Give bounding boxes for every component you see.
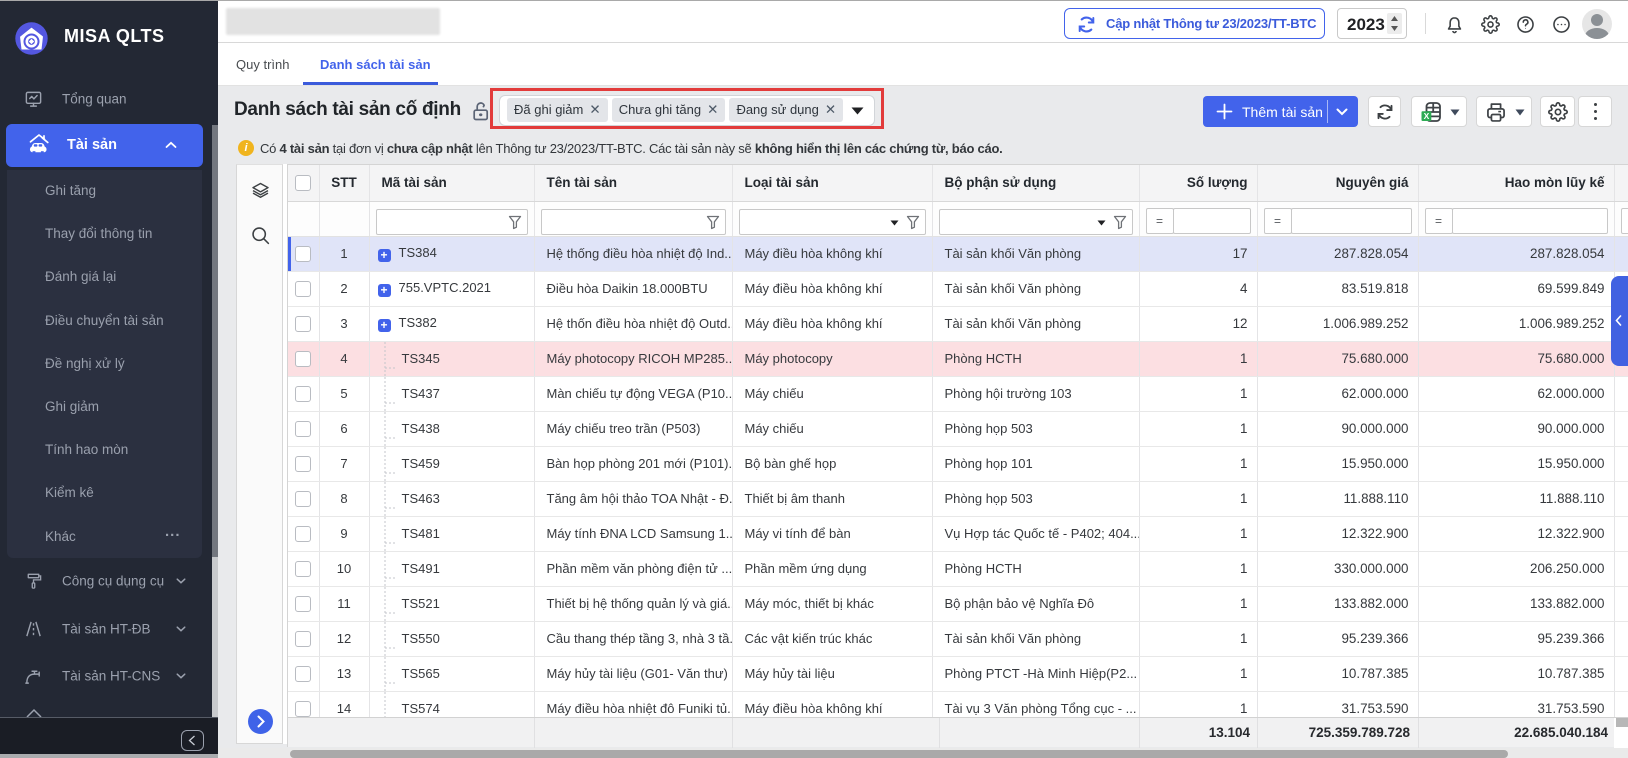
svg-text:X: X [1424, 111, 1430, 121]
